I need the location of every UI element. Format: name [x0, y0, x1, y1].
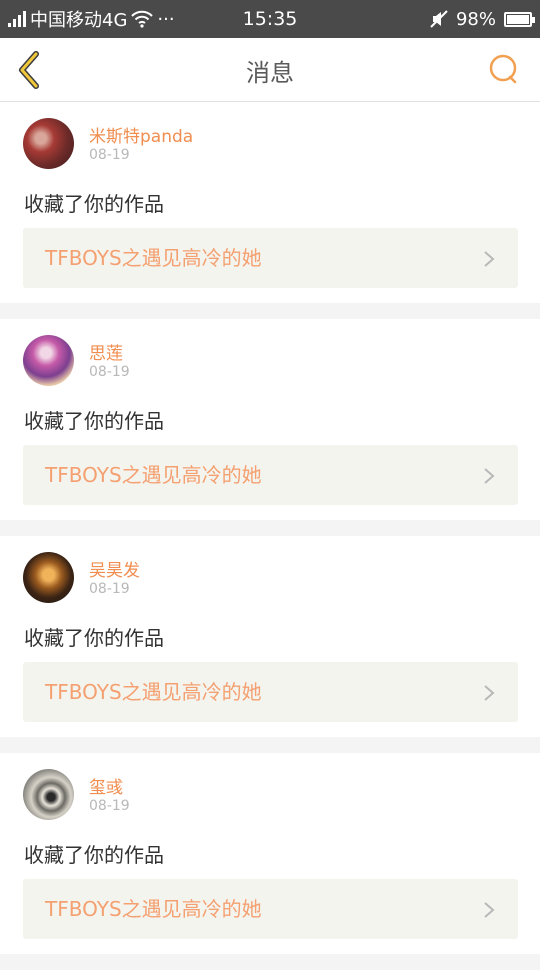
work-link[interactable]: TFBOYS之遇见高冷的她: [23, 445, 518, 505]
work-link[interactable]: TFBOYS之遇见高冷的她: [23, 879, 518, 939]
battery-fill: [507, 14, 529, 24]
message-date: 08-19: [89, 364, 130, 380]
username[interactable]: 玺彧: [89, 773, 123, 798]
message-card: 玺彧 08-19 收藏了你的作品 TFBOYS之遇见高冷的她: [0, 753, 540, 954]
message-action: 收藏了你的作品: [24, 192, 164, 216]
chevron-right-icon: [484, 902, 495, 918]
message-date: 08-19: [89, 798, 130, 814]
message-header: 思莲 08-19: [22, 319, 518, 393]
battery-icon: [504, 11, 535, 27]
message-header: 米斯特panda 08-19: [22, 102, 518, 176]
chevron-right-icon: [484, 251, 495, 267]
battery-percent: 98%: [455, 8, 496, 30]
message-card: 吴昊发 08-19 收藏了你的作品 TFBOYS之遇见高冷的她: [0, 536, 540, 737]
avatar[interactable]: [23, 335, 74, 386]
message-action: 收藏了你的作品: [24, 626, 164, 650]
status-bar: 中国移动4G ··· 15:35 98%: [0, 0, 540, 38]
status-right: 98%: [430, 0, 535, 38]
message-date: 08-19: [89, 581, 130, 597]
work-title: TFBOYS之遇见高冷的她: [45, 897, 262, 921]
work-title: TFBOYS之遇见高冷的她: [45, 463, 262, 487]
work-title: TFBOYS之遇见高冷的她: [45, 246, 262, 270]
work-title: TFBOYS之遇见高冷的她: [45, 680, 262, 704]
message-list: 米斯特panda 08-19 收藏了你的作品 TFBOYS之遇见高冷的她 思莲 …: [0, 102, 540, 970]
message-date: 08-19: [89, 147, 130, 163]
avatar[interactable]: [23, 769, 74, 820]
message-card: 米斯特panda 08-19 收藏了你的作品 TFBOYS之遇见高冷的她: [0, 102, 540, 303]
chevron-right-icon: [484, 468, 495, 484]
username[interactable]: 米斯特panda: [89, 122, 193, 147]
message-header: 吴昊发 08-19: [22, 536, 518, 610]
username[interactable]: 吴昊发: [89, 556, 140, 581]
message-header: 玺彧 08-19: [22, 753, 518, 827]
message-card: 思莲 08-19 收藏了你的作品 TFBOYS之遇见高冷的她: [0, 319, 540, 520]
message-action: 收藏了你的作品: [24, 843, 164, 867]
username[interactable]: 思莲: [89, 339, 123, 364]
search-icon[interactable]: [488, 53, 520, 85]
message-action: 收藏了你的作品: [24, 409, 164, 433]
avatar[interactable]: [23, 118, 74, 169]
work-link[interactable]: TFBOYS之遇见高冷的她: [23, 228, 518, 288]
avatar[interactable]: [23, 552, 74, 603]
mute-icon: [430, 10, 448, 28]
page-title: 消息: [246, 58, 294, 87]
work-link[interactable]: TFBOYS之遇见高冷的她: [23, 662, 518, 722]
chevron-right-icon: [484, 685, 495, 701]
nav-bar: 消息: [0, 38, 540, 102]
